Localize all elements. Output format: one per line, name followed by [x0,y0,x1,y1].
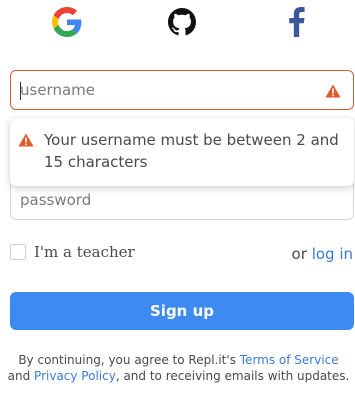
terms-of-service-link[interactable]: Terms of Service [240,353,339,367]
text-caret [20,82,21,100]
signup-form: Your username must be between 2 and 15 c… [0,0,355,406]
teacher-label[interactable]: I'm a teacher [34,243,135,261]
google-icon [52,7,82,41]
warning-icon [325,83,341,102]
social-login-row [0,6,355,42]
password-field[interactable] [10,180,354,220]
teacher-checkbox[interactable] [10,244,26,260]
username-input[interactable] [20,71,320,109]
facebook-icon [286,7,306,41]
facebook-login-button[interactable] [276,6,316,42]
signup-button[interactable]: Sign up [10,292,354,330]
github-login-button[interactable] [162,6,202,42]
terms-notice: By continuing, you agree to Repl.it's Te… [6,352,351,384]
google-login-button[interactable] [47,6,87,42]
login-link[interactable]: log in [312,245,353,263]
terms-text-2: and [7,369,35,383]
password-input[interactable] [20,181,320,219]
terms-text-3: , and to receiving emails with updates. [115,369,350,383]
username-error-tooltip: Your username must be between 2 and 15 c… [10,118,354,186]
github-icon [168,8,196,40]
warning-icon [18,132,34,151]
terms-text-1: By continuing, you agree to Repl.it's [18,353,240,367]
privacy-policy-link[interactable]: Privacy Policy [34,369,116,383]
login-prompt: or log in [292,245,353,263]
login-prefix: or [291,245,307,263]
error-message: Your username must be between 2 and 15 c… [44,131,339,171]
username-field[interactable] [10,70,354,110]
